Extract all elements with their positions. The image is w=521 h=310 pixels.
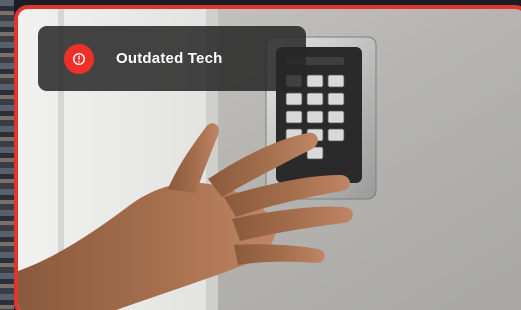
- notification-label: Outdated Tech: [116, 50, 223, 67]
- background-edge: [0, 0, 14, 310]
- alert-circle-icon: [64, 43, 94, 74]
- screen: Outdated Tech: [0, 0, 521, 310]
- notification-toast: Outdated Tech: [38, 26, 306, 91]
- media-card: Outdated Tech: [14, 5, 521, 310]
